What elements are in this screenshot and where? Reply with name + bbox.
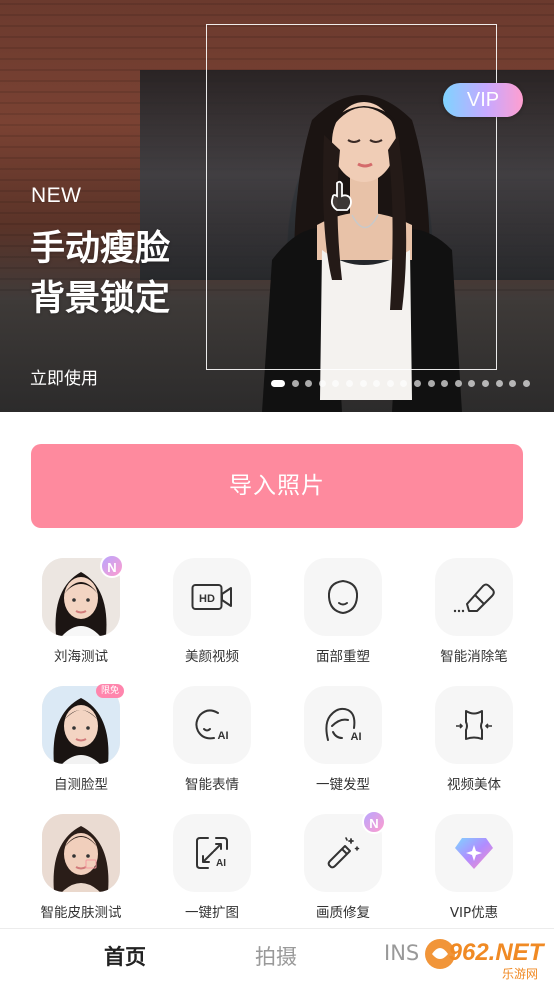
svg-text:AI: AI (216, 858, 226, 869)
site-watermark: 962.NET 乐游网 (425, 939, 546, 981)
feature-smart-eraser[interactable]: 智能消除笔 (415, 558, 531, 676)
ai-hairstyle-icon: AI (304, 686, 382, 764)
feature-label: 一键扩图 (185, 905, 239, 921)
carousel-dot[interactable] (509, 380, 517, 387)
feature-label: 智能皮肤测试 (40, 905, 122, 921)
carousel-dot[interactable] (373, 380, 381, 387)
watermark-site: 962.NET (449, 939, 546, 966)
carousel-dot[interactable] (359, 380, 367, 387)
carousel-dot[interactable] (522, 380, 530, 387)
vip-badge: VIP (443, 83, 523, 117)
nav-home[interactable]: 首页 (104, 941, 146, 971)
carousel-dot[interactable] (332, 380, 340, 387)
banner-use-now-link[interactable]: 立即使用 (30, 364, 98, 389)
carousel-dot[interactable] (345, 380, 353, 387)
carousel-dot[interactable] (468, 380, 476, 387)
feature-video-body[interactable]: 视频美体 (415, 686, 531, 804)
feature-label: 智能消除笔 (440, 649, 508, 665)
feature-face-shape-test[interactable]: 自测脸型 (22, 686, 138, 804)
feature-one-tap-hairstyle[interactable]: AI 一键发型 (284, 686, 400, 804)
feature-smart-expression[interactable]: AI 智能表情 (153, 686, 269, 804)
ai-expand-icon: AI (173, 814, 251, 892)
banner-title: 手动瘦脸 背景锁定 (30, 224, 170, 324)
feature-quality-repair[interactable]: 画质修复 (284, 814, 400, 932)
eraser-icon (435, 558, 513, 636)
feature-face-reshape[interactable]: 面部重塑 (284, 558, 400, 676)
hd-video-icon: HD (173, 558, 251, 636)
feature-label: 画质修复 (316, 905, 370, 921)
import-photo-button[interactable]: 导入照片 (31, 444, 523, 528)
carousel-dot[interactable] (386, 380, 394, 387)
carousel-dot[interactable] (400, 380, 408, 387)
svg-text:HD: HD (199, 593, 215, 605)
carousel-dot[interactable] (427, 380, 435, 387)
carousel-dot[interactable] (291, 380, 299, 387)
carousel-dot[interactable] (495, 380, 503, 387)
feature-bangs-test[interactable]: 刘海测试 (22, 558, 138, 676)
carousel-dot[interactable] (481, 380, 489, 387)
carousel-dot[interactable] (441, 380, 449, 387)
banner-title-line2: 背景锁定 (30, 279, 171, 319)
banner-title-line1: 手动瘦脸 (30, 229, 171, 269)
feature-skin-test[interactable]: 智能皮肤测试 (22, 814, 138, 932)
feature-label: 美颜视频 (185, 649, 239, 665)
feature-beauty-video[interactable]: HD 美颜视频 (153, 558, 269, 676)
carousel-dot[interactable] (413, 380, 421, 387)
promo-banner[interactable]: VIP NEW 手动瘦脸 背景锁定 立即使用 (0, 0, 554, 412)
carousel-dot[interactable] (318, 380, 326, 387)
new-badge: N (100, 554, 124, 578)
carousel-dot[interactable] (454, 380, 462, 387)
banner-new-label: NEW (31, 184, 82, 207)
feature-one-tap-expand[interactable]: AI 一键扩图 (153, 814, 269, 932)
free-badge: 限免 (96, 684, 124, 698)
nav-ins[interactable]: INS (384, 941, 419, 965)
feature-vip-discount[interactable]: VIP优惠 (415, 814, 531, 932)
portrait-photo-icon (42, 814, 120, 892)
feature-label: 一键发型 (316, 777, 370, 793)
ai-expression-icon: AI (173, 686, 251, 764)
feature-label: 刘海测试 (54, 649, 108, 665)
carousel-dot[interactable] (305, 380, 313, 387)
carousel-indicator[interactable] (271, 380, 530, 387)
body-shape-icon (435, 686, 513, 764)
hand-gesture-icon (330, 180, 352, 211)
face-outline-icon (304, 558, 382, 636)
diamond-icon (435, 814, 513, 892)
feature-label: VIP优惠 (449, 905, 499, 921)
svg-text:AI: AI (351, 731, 362, 743)
carousel-dot[interactable] (271, 380, 285, 387)
feature-label: 智能表情 (185, 777, 239, 793)
feature-label: 视频美体 (447, 777, 501, 793)
nav-camera[interactable]: 拍摄 (255, 941, 297, 971)
new-badge: N (362, 810, 386, 834)
feature-grid: 刘海测试 HD 美颜视频 面部重塑 智能消除笔 自测脸型 AI 智能表情 AI … (22, 554, 534, 928)
feature-label: 面部重塑 (316, 649, 370, 665)
svg-text:AI: AI (218, 730, 229, 742)
feature-label: 自测脸型 (54, 777, 108, 793)
watermark-sub: 乐游网 (502, 967, 538, 981)
